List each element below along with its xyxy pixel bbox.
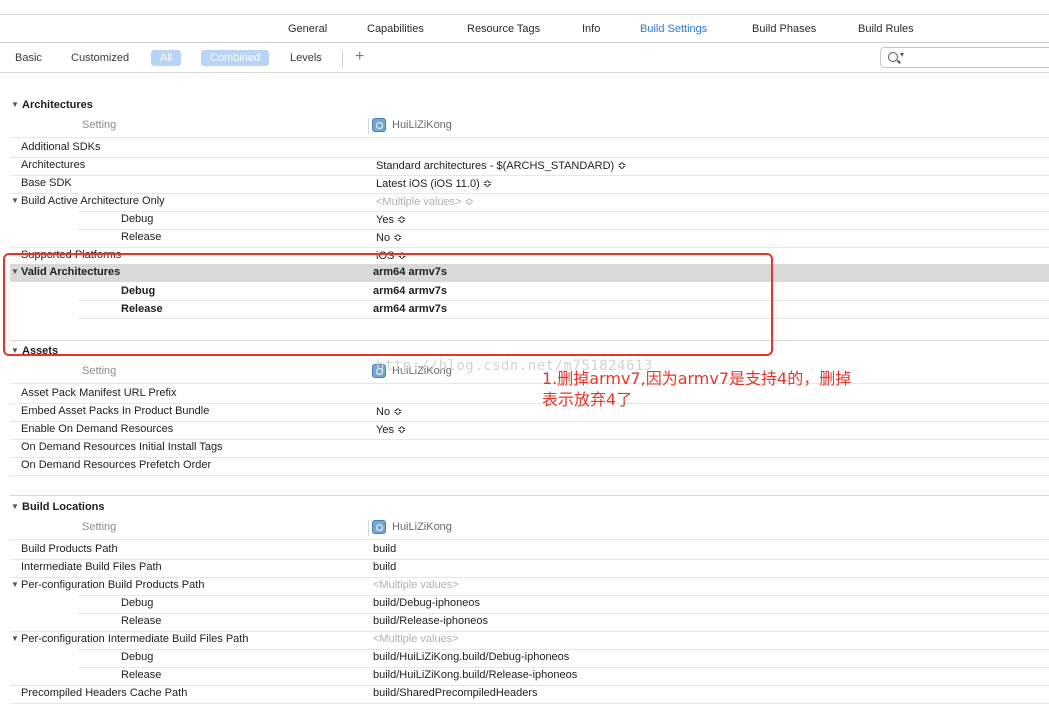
setting-row[interactable]: ▼ Per-configuration Intermediate Build F…	[0, 631, 1049, 649]
setting-row[interactable]: Additional SDKs	[0, 139, 1049, 157]
setting-row[interactable]: Debug build/Debug-iphoneos	[0, 595, 1049, 613]
column-header-row: Setting HuiLiZiKong	[0, 519, 1049, 537]
setting-label: Debug	[121, 597, 154, 609]
setting-column-header: Setting	[82, 521, 117, 533]
setting-value[interactable]: <Multiple values> ≎	[376, 195, 474, 208]
setting-label: Additional SDKs	[21, 141, 101, 153]
setting-label: Enable On Demand Resources	[21, 423, 174, 435]
setting-label: Precompiled Headers Cache Path	[21, 687, 188, 699]
setting-value[interactable]: build/Release-iphoneos	[373, 615, 488, 627]
setting-value[interactable]: build/Debug-iphoneos	[373, 597, 480, 609]
filter-basic-button[interactable]: Basic	[15, 52, 42, 64]
setting-value[interactable]: Standard architectures - $(ARCHS_STANDAR…	[376, 159, 626, 172]
section-separator	[10, 495, 1049, 496]
setting-value[interactable]: No ≎	[376, 231, 402, 244]
disclosure-triangle-icon[interactable]: ▼	[11, 196, 19, 205]
search-field[interactable]: ▾	[880, 47, 1049, 68]
setting-row[interactable]: Enable On Demand Resources Yes ≎	[0, 421, 1049, 439]
disclosure-triangle-icon[interactable]: ▼	[11, 634, 19, 643]
filter-combined-button[interactable]: Combined	[201, 50, 270, 66]
target-column-header: HuiLiZiKong	[392, 119, 452, 131]
setting-value[interactable]: Yes ≎	[376, 423, 406, 436]
setting-value[interactable]: build/HuiLiZiKong.build/Release-iphoneos	[373, 669, 577, 681]
annotation-line-1: 1.删掉armv7,因为armv7是支持4的，删掉	[542, 369, 852, 388]
tab-build-settings[interactable]: Build Settings	[640, 23, 707, 35]
section-title: Architectures	[22, 99, 93, 111]
setting-value[interactable]: Yes ≎	[376, 213, 406, 226]
setting-label: Architectures	[21, 159, 86, 171]
filter-customized-button[interactable]: Customized	[71, 52, 129, 64]
setting-row[interactable]: Build Products Path build	[0, 541, 1049, 559]
setting-row[interactable]: Release No ≎	[0, 229, 1049, 247]
disclosure-triangle-icon[interactable]: ▼	[11, 100, 19, 109]
setting-label: Per-configuration Intermediate Build Fil…	[21, 633, 249, 645]
section-header-build-locations[interactable]: ▼ Build Locations	[0, 499, 1049, 517]
tab-general[interactable]: General	[288, 23, 327, 35]
setting-value[interactable]: Latest iOS (iOS 11.0) ≎	[376, 177, 492, 190]
tab-build-rules[interactable]: Build Rules	[858, 23, 914, 35]
setting-row[interactable]: ▼ Build Active Architecture Only <Multip…	[0, 193, 1049, 211]
setting-row[interactable]: Release build/HuiLiZiKong.build/Release-…	[0, 667, 1049, 685]
tab-info[interactable]: Info	[582, 23, 600, 35]
setting-label: Release	[121, 615, 162, 627]
setting-row[interactable]: Architectures Standard architectures - $…	[0, 157, 1049, 175]
setting-column-header: Setting	[82, 365, 117, 377]
annotation-line-2: 表示放弃4了	[542, 390, 633, 409]
setting-label: Release	[121, 231, 162, 243]
filter-levels-button[interactable]: Levels	[290, 52, 322, 64]
setting-value[interactable]: <Multiple values>	[373, 633, 459, 645]
column-header-row: Setting HuiLiZiKong	[0, 117, 1049, 135]
setting-label: On Demand Resources Prefetch Order	[21, 459, 212, 471]
add-setting-button[interactable]: +	[355, 48, 364, 66]
setting-label: Embed Asset Packs In Product Bundle	[21, 405, 210, 417]
setting-label: Per-configuration Build Products Path	[21, 579, 205, 591]
chevron-down-icon: ▾	[900, 50, 905, 59]
setting-label: Debug	[121, 213, 154, 225]
setting-row[interactable]: Intermediate Build Files Path build	[0, 559, 1049, 577]
setting-row[interactable]: Precompiled Headers Cache Path build/Sha…	[0, 685, 1049, 703]
setting-value[interactable]: <Multiple values>	[373, 579, 459, 591]
disclosure-triangle-icon[interactable]: ▼	[11, 502, 19, 511]
setting-value[interactable]: build	[373, 561, 396, 573]
setting-row[interactable]: Release build/Release-iphoneos	[0, 613, 1049, 631]
search-icon	[888, 52, 898, 62]
app-target-icon	[372, 520, 386, 534]
setting-row[interactable]: Base SDK Latest iOS (iOS 11.0) ≎	[0, 175, 1049, 193]
setting-label: Asset Pack Manifest URL Prefix	[21, 387, 177, 399]
setting-row[interactable]: On Demand Resources Initial Install Tags	[0, 439, 1049, 457]
section-header-architectures[interactable]: ▼ Architectures	[0, 97, 1049, 115]
setting-value[interactable]: No ≎	[376, 405, 402, 418]
annotation-highlight-box	[3, 253, 773, 356]
setting-row[interactable]: Debug build/HuiLiZiKong.build/Debug-ipho…	[0, 649, 1049, 667]
setting-label: Build Products Path	[21, 543, 118, 555]
section-title: Build Locations	[22, 501, 105, 513]
editor-tab-bar: General Capabilities Resource Tags Info …	[0, 15, 1049, 43]
setting-label: On Demand Resources Initial Install Tags	[21, 441, 223, 453]
setting-value[interactable]: build/SharedPrecompiledHeaders	[373, 687, 537, 699]
setting-value[interactable]: build	[373, 543, 396, 555]
setting-label: Base SDK	[21, 177, 72, 189]
setting-label: Build Active Architecture Only	[21, 195, 165, 207]
tab-capabilities[interactable]: Capabilities	[367, 23, 424, 35]
annotation-note: 1.删掉armv7,因为armv7是支持4的，删掉 表示放弃4了	[542, 368, 902, 410]
setting-row[interactable]: ▼ Per-configuration Build Products Path …	[0, 577, 1049, 595]
target-column-header: HuiLiZiKong	[392, 521, 452, 533]
setting-row[interactable]: On Demand Resources Prefetch Order	[0, 457, 1049, 475]
setting-row[interactable]: Debug Yes ≎	[0, 211, 1049, 229]
filter-all-button[interactable]: All	[151, 50, 182, 66]
setting-label: Intermediate Build Files Path	[21, 561, 162, 573]
setting-value[interactable]: build/HuiLiZiKong.build/Debug-iphoneos	[373, 651, 569, 663]
filter-bar: Basic Customized All Combined Levels + ▾	[0, 43, 1049, 73]
setting-label: Debug	[121, 651, 154, 663]
tab-build-phases[interactable]: Build Phases	[752, 23, 816, 35]
app-target-icon	[372, 118, 386, 132]
setting-column-header: Setting	[82, 119, 117, 131]
filter-separator	[342, 51, 343, 67]
tab-resource-tags[interactable]: Resource Tags	[467, 23, 540, 35]
disclosure-triangle-icon[interactable]: ▼	[11, 580, 19, 589]
setting-label: Release	[121, 669, 162, 681]
